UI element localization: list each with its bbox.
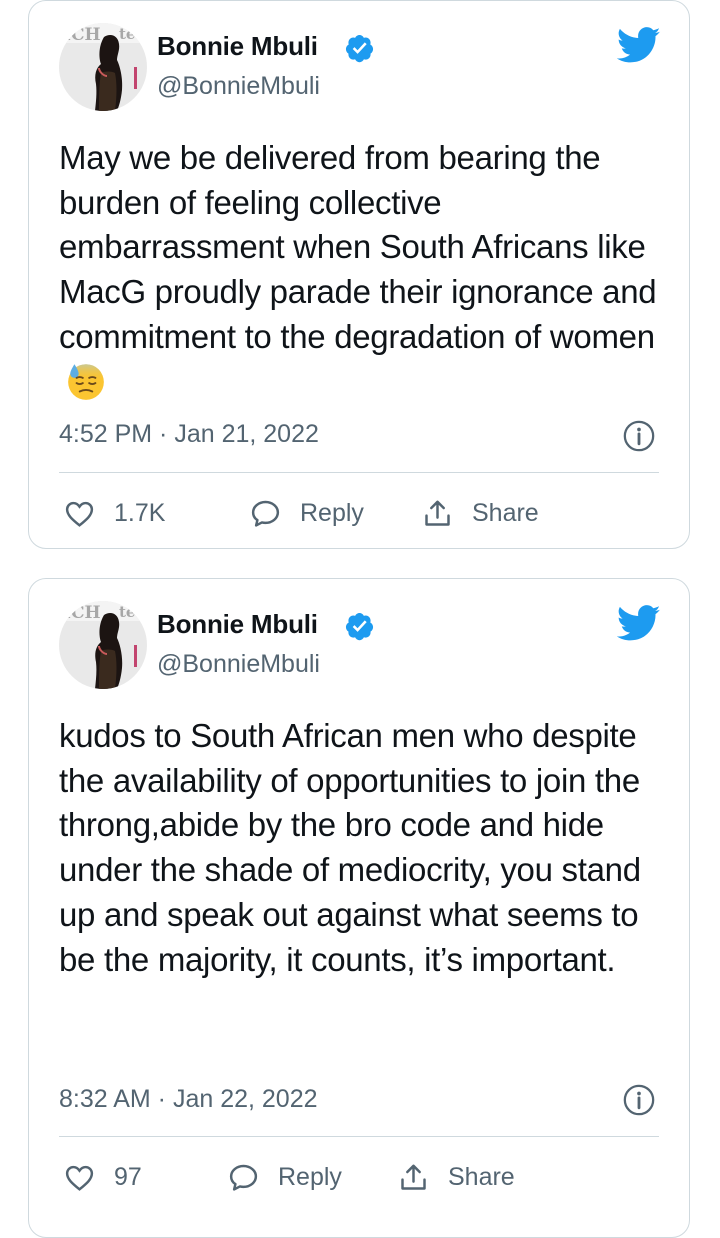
reply-bubble-icon [249,497,282,530]
like-count: 1.7K [114,498,166,527]
divider [59,472,659,473]
tweet-text-content: May we be delivered from bearing the bur… [59,139,657,355]
handle[interactable]: @BonnieMbuli [157,650,320,679]
reply-label: Reply [278,1162,342,1191]
tweet-text: May we be delivered from bearing the bur… [59,136,671,405]
display-name[interactable]: Bonnie Mbuli [157,609,318,640]
share-button[interactable]: Share [421,493,539,533]
share-icon [397,1161,430,1194]
heart-icon [63,497,96,530]
reply-button[interactable]: Reply [227,1157,342,1197]
downcast-face-with-sweat-emoji-icon [65,360,107,402]
avatar[interactable] [59,23,147,111]
timestamp[interactable]: 8:32 AM · Jan 22, 2022 [59,1085,318,1114]
like-button[interactable]: 1.7K [63,493,165,533]
tweet-card[interactable]: Bonnie Mbuli @BonnieMbuli May we be deli… [28,0,690,549]
info-icon[interactable] [622,419,656,453]
tweet-card[interactable]: Bonnie Mbuli @BonnieMbuli kudos to South… [28,578,690,1238]
like-count: 97 [114,1162,142,1191]
share-label: Share [448,1162,515,1191]
info-icon[interactable] [622,1083,656,1117]
twitter-bird-icon[interactable] [617,605,661,642]
share-icon [421,497,454,530]
action-bar: 97 Reply Share [63,1157,659,1197]
tweet-text: kudos to South African men who despite t… [59,717,641,978]
avatar[interactable] [59,601,147,689]
verified-badge-icon [344,611,375,642]
action-bar: 1.7K Reply Share [63,493,659,533]
reply-button[interactable]: Reply [249,493,364,533]
reply-bubble-icon [227,1161,260,1194]
display-name[interactable]: Bonnie Mbuli [157,31,318,62]
handle[interactable]: @BonnieMbuli [157,72,320,101]
share-label: Share [472,498,539,527]
magazine-cover-avatar-icon [59,23,147,111]
timestamp[interactable]: 4:52 PM · Jan 21, 2022 [59,420,319,449]
like-button[interactable]: 97 [63,1157,142,1197]
divider [59,1136,659,1137]
reply-label: Reply [300,498,364,527]
verified-badge-icon [344,33,375,64]
heart-icon [63,1161,96,1194]
share-button[interactable]: Share [397,1157,515,1197]
twitter-bird-icon[interactable] [617,27,661,64]
magazine-cover-avatar-icon [59,601,147,689]
